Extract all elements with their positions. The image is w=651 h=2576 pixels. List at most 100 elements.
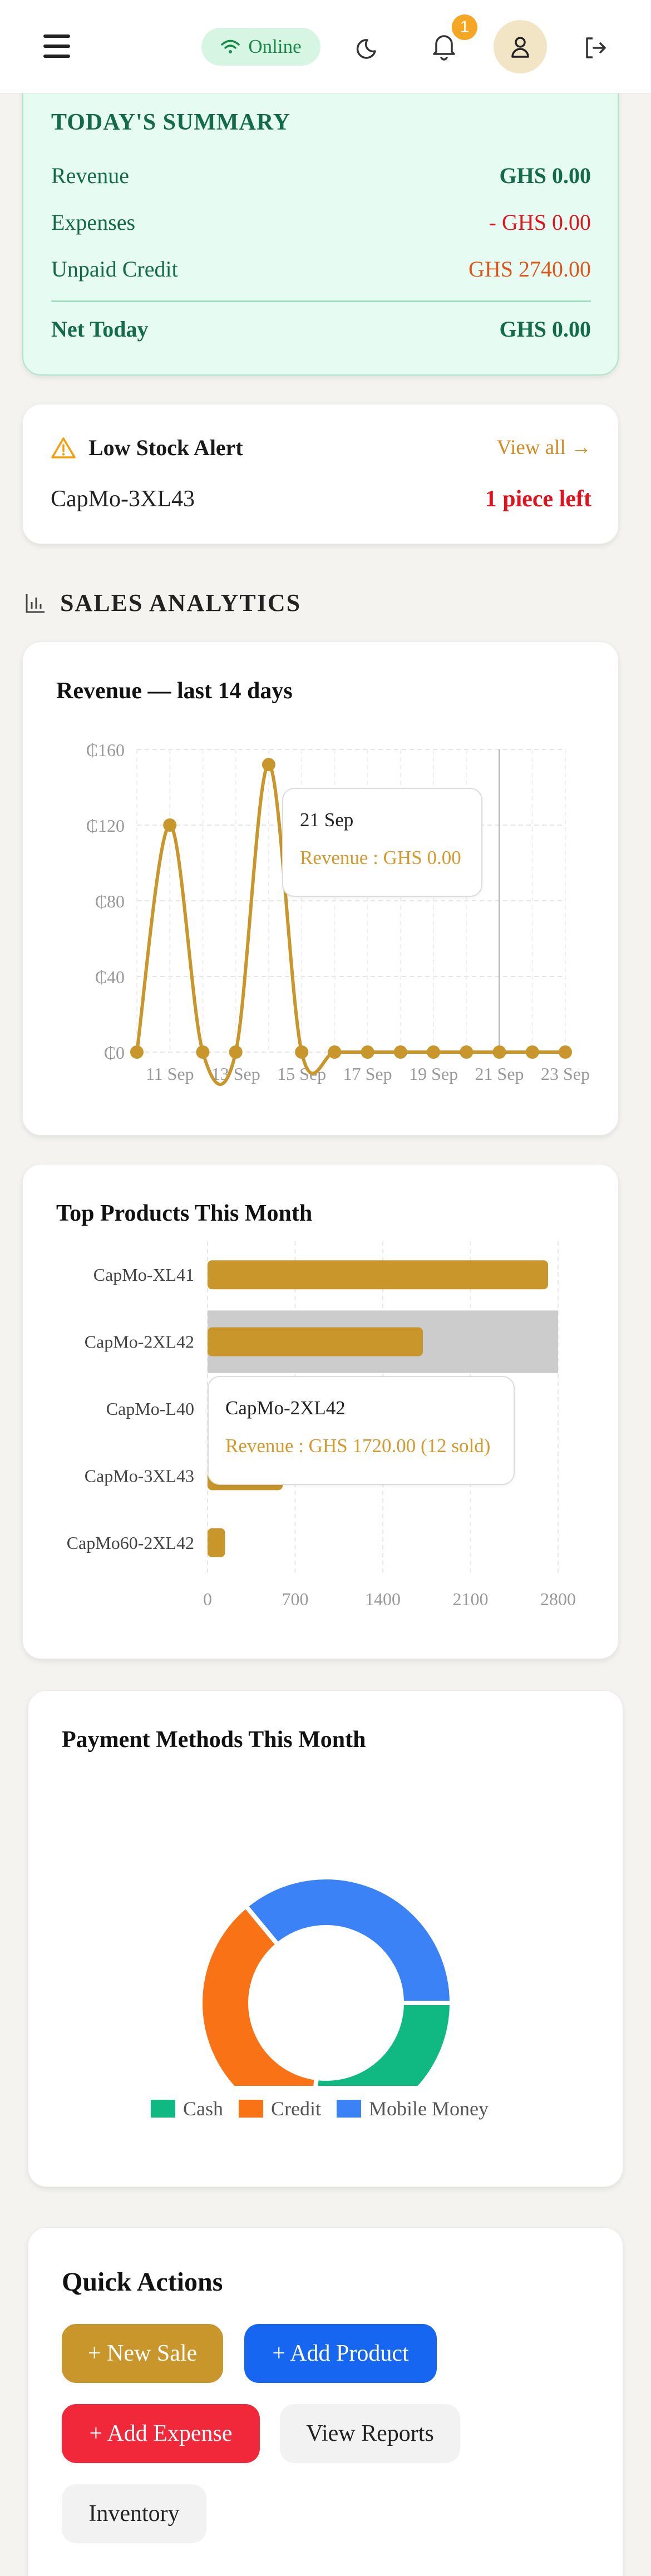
revenue-chart-card: Revenue — last 14 days ₵0 ₵40 ₵80 ₵120 ₵160 1… bbox=[22, 641, 619, 1136]
todays-summary-card: TODAY'S SUMMARY Revenue GHS 0.00 Expense… bbox=[22, 72, 619, 376]
x-tick-label: 0 bbox=[203, 1589, 212, 1609]
data-point bbox=[295, 1045, 309, 1059]
data-point bbox=[427, 1045, 441, 1059]
y-tick-label: ₵80 bbox=[95, 891, 125, 911]
summary-divider bbox=[51, 300, 591, 302]
low-stock-item-name: CapMo-3XL43 bbox=[51, 486, 195, 512]
data-point bbox=[196, 1045, 210, 1059]
data-point bbox=[130, 1045, 144, 1059]
x-tick-label: 700 bbox=[282, 1589, 309, 1609]
summary-value: GHS 2740.00 bbox=[468, 256, 591, 282]
new-sale-button[interactable]: + New Sale bbox=[62, 2324, 223, 2383]
logout-icon bbox=[586, 37, 606, 58]
x-tick-label: 1400 bbox=[365, 1589, 401, 1609]
moon-icon bbox=[356, 39, 376, 59]
summary-value: GHS 0.00 bbox=[499, 163, 591, 188]
legend-swatch-credit bbox=[239, 2100, 263, 2118]
y-tick-label: ₵160 bbox=[86, 740, 125, 760]
data-point bbox=[328, 1045, 342, 1059]
summary-title: TODAY'S SUMMARY bbox=[51, 110, 291, 135]
donut-slice-cash bbox=[313, 2001, 455, 2086]
warning-icon bbox=[51, 437, 76, 458]
data-point bbox=[229, 1045, 243, 1059]
wifi-icon bbox=[221, 40, 240, 53]
summary-row-expenses: Expenses - GHS 0.00 bbox=[51, 209, 591, 235]
summary-label: Unpaid Credit bbox=[51, 256, 178, 282]
legend-label: Cash bbox=[183, 2098, 223, 2120]
tooltip-date: 21 Sep bbox=[300, 809, 354, 831]
x-tick-label: 11 Sep bbox=[146, 1064, 194, 1084]
data-point bbox=[525, 1045, 539, 1059]
top-products-card: Top Products This Month 0 700 1400 2100 2800… bbox=[22, 1164, 619, 1659]
y-tick-label: ₵120 bbox=[86, 816, 125, 836]
data-point bbox=[393, 1045, 407, 1059]
summary-net-value: GHS 0.00 bbox=[499, 317, 591, 342]
data-point bbox=[163, 818, 177, 832]
dark-mode-toggle[interactable] bbox=[351, 30, 387, 67]
x-tick-label: 13 Sep bbox=[211, 1064, 260, 1084]
summary-label: Expenses bbox=[51, 210, 136, 235]
tooltip-product-name: CapMo-2XL42 bbox=[225, 1397, 346, 1419]
notification-count-badge: 1 bbox=[452, 14, 477, 40]
online-status-label: Online bbox=[248, 36, 302, 57]
legend-label: Mobile Money bbox=[368, 2098, 489, 2120]
user-icon bbox=[511, 37, 529, 58]
x-tick-label: 17 Sep bbox=[343, 1064, 392, 1084]
summary-label: Revenue bbox=[51, 163, 129, 188]
x-tick-label: 23 Sep bbox=[541, 1064, 590, 1084]
y-tick-label: ₵40 bbox=[95, 967, 125, 987]
product-bar bbox=[208, 1528, 225, 1557]
top-bar: Online 1 bbox=[0, 0, 651, 93]
donut-slice-mobile-money bbox=[243, 1875, 455, 2005]
quick-actions-title: Quick Actions bbox=[62, 2267, 223, 2297]
data-point bbox=[361, 1045, 374, 1059]
low-stock-item-remaining: 1 piece left bbox=[485, 486, 591, 512]
summary-value: - GHS 0.00 bbox=[489, 210, 591, 235]
x-tick-label: 21 Sep bbox=[475, 1064, 524, 1084]
category-label: CapMo-L40 bbox=[106, 1399, 194, 1419]
legend-item-cash[interactable]: Cash bbox=[151, 2097, 223, 2120]
data-point bbox=[492, 1045, 506, 1059]
legend-label: Credit bbox=[271, 2098, 321, 2120]
sales-analytics-heading: SALES ANALYTICS bbox=[24, 589, 301, 617]
summary-row-revenue: Revenue GHS 0.00 bbox=[51, 162, 591, 189]
category-label: CapMo-XL41 bbox=[93, 1265, 194, 1285]
low-stock-header: Low Stock Alert bbox=[51, 435, 243, 461]
logout-button[interactable] bbox=[579, 31, 612, 65]
data-point bbox=[559, 1045, 572, 1059]
summary-row-unpaid-credit: Unpaid Credit GHS 2740.00 bbox=[51, 256, 591, 282]
sales-analytics-title: SALES ANALYTICS bbox=[60, 589, 302, 616]
tooltip-value: Revenue : GHS 0.00 bbox=[300, 847, 461, 868]
payment-methods-donut-chart[interactable] bbox=[28, 1774, 624, 2086]
menu-icon[interactable] bbox=[43, 34, 70, 58]
inventory-button[interactable]: Inventory bbox=[62, 2484, 206, 2543]
category-label: CapMo-2XL42 bbox=[85, 1332, 194, 1352]
view-all-link[interactable]: View all → bbox=[497, 436, 591, 460]
payment-methods-title: Payment Methods This Month bbox=[62, 1727, 366, 1753]
category-label: CapMo-3XL43 bbox=[85, 1465, 194, 1486]
x-tick-label: 19 Sep bbox=[409, 1064, 458, 1084]
low-stock-title: Low Stock Alert bbox=[88, 435, 243, 460]
legend-item-credit[interactable]: Credit bbox=[239, 2097, 321, 2120]
legend-swatch-cash bbox=[151, 2100, 175, 2118]
product-bar bbox=[208, 1260, 548, 1290]
user-avatar-button[interactable] bbox=[494, 20, 547, 73]
x-tick-label: 2800 bbox=[540, 1589, 576, 1609]
add-product-button[interactable]: + Add Product bbox=[244, 2324, 437, 2383]
low-stock-card: Low Stock Alert View all → CapMo-3XL43 1… bbox=[22, 404, 619, 544]
payment-legend: Cash Credit Mobile Money bbox=[151, 2097, 489, 2120]
online-status-pill: Online bbox=[201, 28, 320, 66]
product-bar bbox=[208, 1327, 423, 1356]
category-label: CapMo60-2XL42 bbox=[67, 1533, 194, 1553]
bar-chart-icon bbox=[26, 594, 45, 613]
add-expense-button[interactable]: + Add Expense bbox=[62, 2404, 260, 2463]
payment-methods-card: Payment Methods This Month Cash Credit M… bbox=[28, 1690, 623, 2187]
revenue-line-chart[interactable]: ₵0₵40₵80₵120₵16011 Sep 13 Sep 15 Sep 17 Sep… bbox=[23, 692, 619, 1115]
quick-actions-card: Quick Actions + New Sale + Add Product +… bbox=[28, 2227, 623, 2576]
tooltip-product-value: Revenue : GHS 1720.00 (12 sold) bbox=[225, 1435, 491, 1457]
legend-swatch-mobile-money bbox=[336, 2100, 361, 2118]
data-point bbox=[460, 1045, 474, 1059]
legend-item-mobile-money[interactable]: Mobile Money bbox=[336, 2097, 489, 2120]
view-reports-button[interactable]: View Reports bbox=[280, 2404, 460, 2463]
summary-row-net-today: Net Today GHS 0.00 bbox=[51, 316, 591, 342]
